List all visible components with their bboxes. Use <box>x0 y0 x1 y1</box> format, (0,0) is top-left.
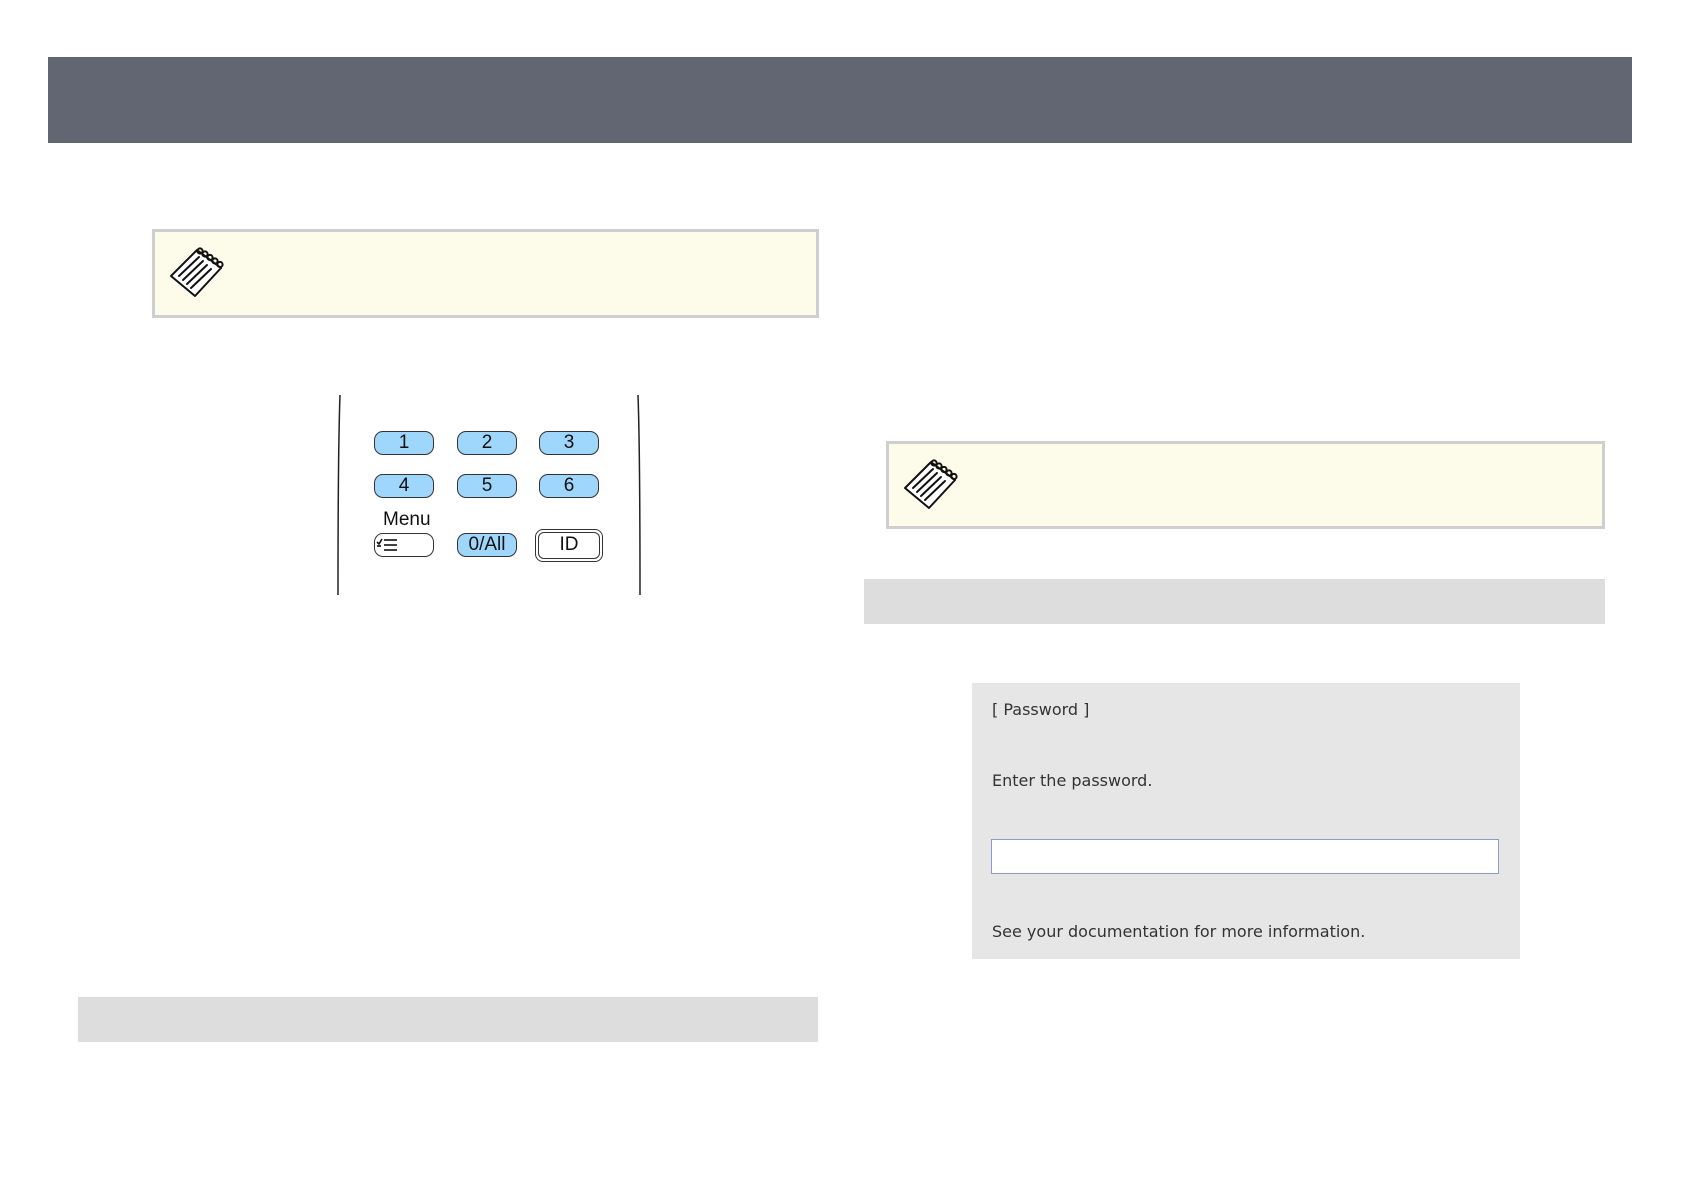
note-icon <box>904 459 958 509</box>
dialog-title: [ Password ] <box>992 700 1090 719</box>
section-heading-bar <box>78 997 818 1042</box>
remote-button-menu <box>374 533 434 557</box>
dialog-prompt: Enter the password. <box>992 771 1153 790</box>
note-box <box>152 229 819 318</box>
remote-button-0-all: 0/All <box>457 533 517 557</box>
remote-control-illustration: 1 2 3 4 5 6 Menu 0/All ID <box>330 390 650 600</box>
remote-button-6: 6 <box>539 474 599 498</box>
remote-button-id-label: ID <box>538 532 600 559</box>
note-icon <box>170 247 224 297</box>
note-box <box>886 441 1605 529</box>
remote-button-3: 3 <box>539 431 599 455</box>
remote-button-id: ID <box>535 529 603 562</box>
remote-button-5: 5 <box>457 474 517 498</box>
remote-button-2: 2 <box>457 431 517 455</box>
header-bar <box>48 57 1632 143</box>
remote-button-1: 1 <box>374 431 434 455</box>
remote-menu-label: Menu <box>383 509 431 530</box>
dialog-footer: See your documentation for more informat… <box>992 922 1366 941</box>
section-heading-bar <box>864 579 1605 624</box>
password-dialog: [ Password ] Enter the password. See you… <box>972 683 1520 959</box>
checklist-icon <box>376 538 397 551</box>
remote-button-4: 4 <box>374 474 434 498</box>
password-input[interactable] <box>991 839 1499 874</box>
